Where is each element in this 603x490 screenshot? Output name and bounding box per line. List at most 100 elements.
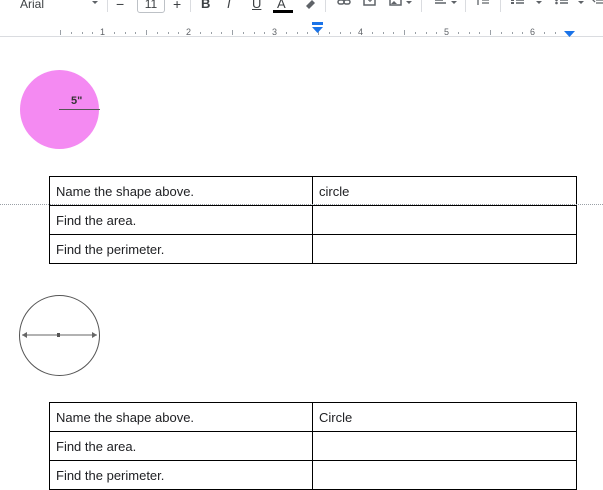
highlight-pen-icon[interactable]: [302, 0, 318, 12]
answer-cell[interactable]: [312, 234, 577, 264]
question-cell[interactable]: Find the area.: [49, 205, 313, 235]
toolbar-divider: [325, 0, 326, 12]
toolbar-divider: [190, 0, 191, 12]
question-cell[interactable]: Find the perimeter.: [49, 460, 313, 490]
ruler-tick: [221, 32, 222, 34]
ruler-tick: [350, 32, 351, 34]
ruler-tick: [436, 32, 437, 34]
numbered-list-icon[interactable]: [510, 0, 526, 12]
document-page[interactable]: 5" Name the shape above. circle Find the…: [0, 37, 603, 490]
add-comment-icon[interactable]: [362, 0, 378, 12]
ruler-tick: [114, 32, 115, 34]
ruler-tick: [469, 32, 470, 34]
ruler-number: 2: [186, 27, 192, 37]
question-table-1: Name the shape above. circle Find the ar…: [49, 176, 577, 264]
question-cell[interactable]: Find the perimeter.: [49, 234, 313, 264]
ruler-tick: [157, 32, 158, 34]
chevron-down-icon[interactable]: [404, 0, 420, 12]
radius-line: [59, 109, 100, 110]
chevron-down-icon[interactable]: [534, 0, 550, 12]
ruler-number: 3: [272, 27, 278, 37]
line-spacing-icon[interactable]: [475, 0, 491, 12]
ruler-tick: [297, 32, 298, 34]
ruler-tick: [60, 30, 61, 35]
ruler-tick: [512, 32, 513, 34]
toolbar-divider: [500, 0, 501, 12]
ruler-tick: [82, 32, 83, 34]
toolbar-divider: [421, 0, 422, 12]
page-break-guide: [0, 204, 603, 205]
ruler-tick: [544, 32, 545, 34]
answer-cell[interactable]: [312, 460, 577, 490]
ruler-number: 1: [100, 27, 106, 37]
table-row: Name the shape above. Circle: [49, 402, 577, 432]
ruler-tick: [458, 32, 459, 34]
question-cell[interactable]: Name the shape above.: [49, 402, 313, 432]
table-row: Name the shape above. circle: [49, 176, 577, 206]
question-table-2: Name the shape above. Circle Find the ar…: [49, 402, 577, 490]
decrease-indent-icon[interactable]: [592, 0, 603, 12]
table-row: Find the area.: [49, 431, 577, 461]
font-size-input[interactable]: 11: [137, 0, 165, 13]
ruler-tick: [135, 32, 136, 34]
horizontal-ruler[interactable]: 1 2 3 4 5 6: [0, 14, 603, 37]
ruler-number: 4: [358, 27, 364, 37]
decrease-font-size-button[interactable]: −: [116, 0, 124, 13]
formatting-toolbar: Arial − 11 + B I U A: [0, 0, 603, 14]
increase-font-size-button[interactable]: +: [173, 0, 181, 13]
table-row: Find the perimeter.: [49, 460, 577, 490]
diameter-arrow: [22, 332, 97, 338]
ruler-tick: [71, 32, 72, 34]
bold-button[interactable]: B: [201, 0, 210, 13]
ruler-tick: [490, 30, 491, 35]
ruler-tick: [146, 30, 147, 35]
align-left-icon[interactable]: [433, 0, 449, 12]
toolbar-divider: [107, 0, 108, 12]
ruler-tick: [426, 32, 427, 34]
insert-link-icon[interactable]: [336, 0, 352, 12]
ruler-tick: [415, 32, 416, 34]
chevron-down-icon[interactable]: [576, 0, 592, 12]
question-cell[interactable]: Name the shape above.: [49, 176, 313, 206]
ruler-tick: [211, 32, 212, 34]
answer-cell[interactable]: [312, 431, 577, 461]
ruler-tick: [307, 32, 308, 34]
ruler-tick: [254, 32, 255, 34]
ruler-number: 5: [444, 27, 450, 37]
ruler-tick: [393, 32, 394, 34]
bulleted-list-icon[interactable]: [554, 0, 570, 12]
ruler-tick: [264, 32, 265, 34]
ruler-tick: [383, 32, 384, 34]
ruler-tick: [372, 32, 373, 34]
question-cell[interactable]: Find the area.: [49, 431, 313, 461]
ruler-tick: [329, 32, 330, 34]
font-family-select[interactable]: Arial: [20, 0, 44, 13]
ruler-tick: [522, 32, 523, 34]
ruler-tick: [340, 32, 341, 34]
ruler-tick: [479, 32, 480, 34]
ruler-tick: [232, 30, 233, 35]
ruler-number: 6: [530, 27, 536, 37]
answer-cell[interactable]: [312, 205, 577, 235]
ruler-tick: [92, 32, 93, 34]
ruler-tick: [178, 32, 179, 34]
ruler-track: 1 2 3 4 5 6: [0, 21, 603, 37]
ruler-tick: [501, 32, 502, 34]
chevron-down-icon[interactable]: [449, 0, 465, 12]
answer-cell[interactable]: circle: [312, 176, 577, 206]
answer-cell[interactable]: Circle: [312, 402, 577, 432]
ruler-tick: [243, 32, 244, 34]
toolbar-divider: [465, 0, 466, 12]
table-row: Find the area.: [49, 205, 577, 235]
table-row: Find the perimeter.: [49, 234, 577, 264]
ruler-tick: [125, 32, 126, 34]
ruler-tick: [286, 32, 287, 34]
underline-button[interactable]: U: [252, 0, 261, 13]
ruler-tick: [168, 32, 169, 34]
ruler-tick: [200, 32, 201, 34]
chevron-down-icon[interactable]: [90, 0, 106, 12]
insert-image-icon[interactable]: [388, 0, 404, 12]
ruler-tick: [404, 30, 405, 35]
italic-button[interactable]: I: [227, 0, 231, 13]
text-color-swatch: [273, 10, 293, 13]
